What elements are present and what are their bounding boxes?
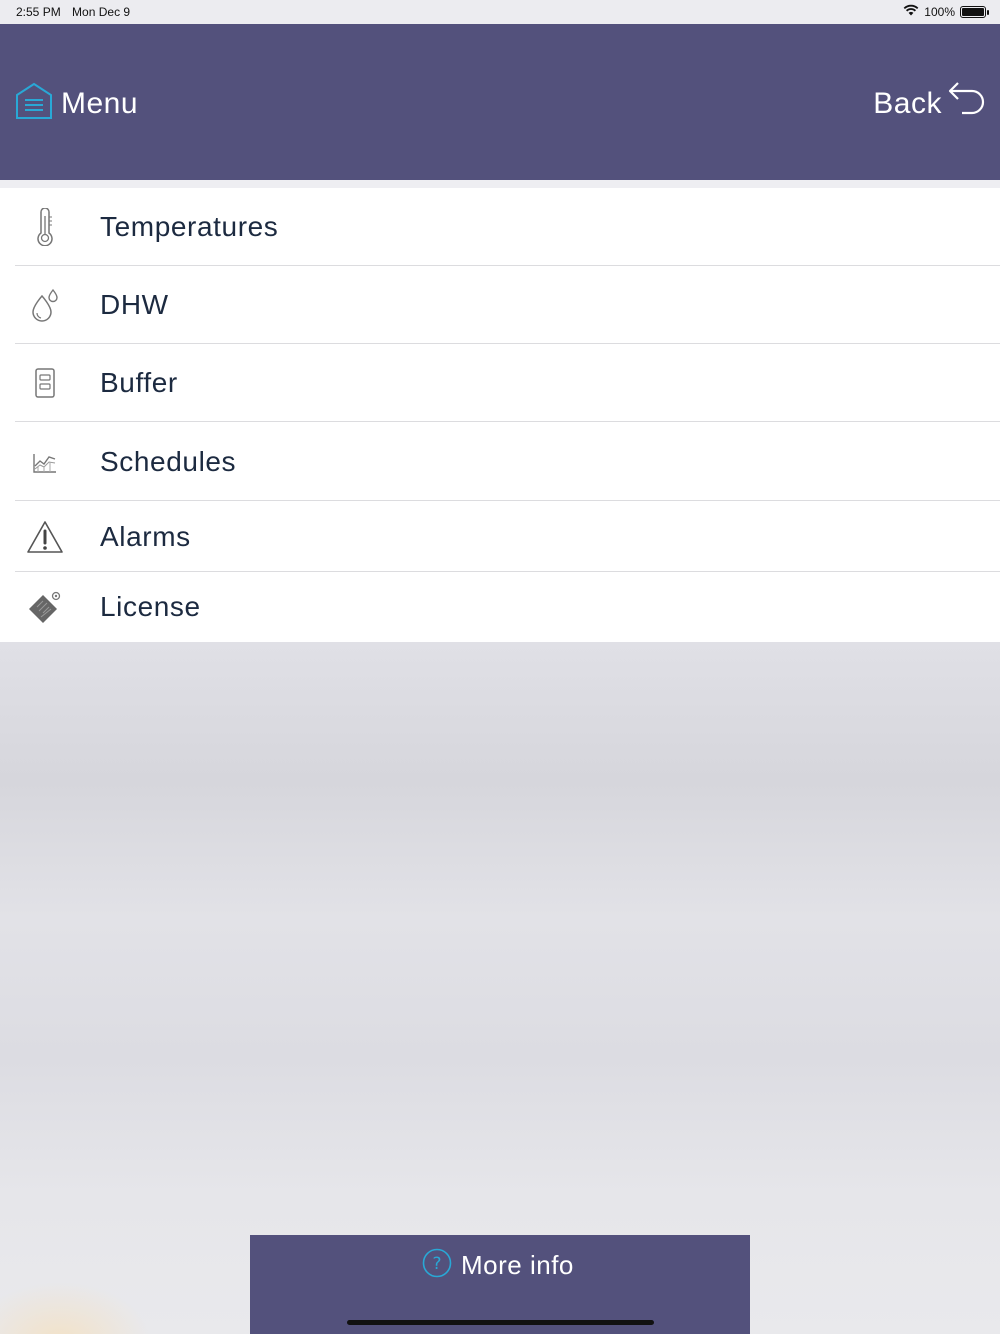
menu-item-temperatures[interactable]: Temperatures xyxy=(0,188,1000,266)
chart-schedule-icon xyxy=(25,442,65,482)
battery-icon xyxy=(960,5,989,18)
menu-item-label: Schedules xyxy=(100,445,237,477)
status-bar: 2:55 PM Mon Dec 9 100% xyxy=(0,0,1000,24)
svg-text:?: ? xyxy=(432,1254,441,1274)
home-menu-icon xyxy=(15,82,53,125)
back-arrow-icon xyxy=(948,81,986,126)
menu-item-schedules[interactable]: Schedules xyxy=(0,422,1000,501)
menu-button[interactable]: Menu xyxy=(15,82,138,125)
battery-percent: 100% xyxy=(924,4,955,19)
question-circle-icon: ? xyxy=(422,1248,452,1283)
water-drops-icon xyxy=(25,285,65,325)
menu-list: Temperatures DHW Buffer Schedules Alarms… xyxy=(0,188,1000,642)
menu-item-label: Buffer xyxy=(100,367,178,398)
status-time: 2:55 PM xyxy=(16,5,61,19)
blurred-background-image xyxy=(0,642,1000,1334)
more-info-label: More info xyxy=(461,1250,574,1280)
warning-triangle-icon xyxy=(25,517,65,557)
back-button[interactable]: Back xyxy=(873,81,986,126)
menu-item-license[interactable]: License xyxy=(0,572,1000,642)
menu-item-alarms[interactable]: Alarms xyxy=(0,501,1000,572)
license-chip-icon xyxy=(25,587,65,627)
menu-item-label: License xyxy=(100,591,201,622)
status-date: Mon Dec 9 xyxy=(72,5,131,19)
app-header: Menu Back xyxy=(0,24,1000,180)
menu-item-label: Alarms xyxy=(100,520,191,552)
home-indicator[interactable] xyxy=(347,1320,654,1325)
buffer-tank-icon xyxy=(25,363,65,403)
menu-item-label: DHW xyxy=(100,289,169,320)
thermometer-icon xyxy=(25,207,65,247)
menu-item-dhw[interactable]: DHW xyxy=(0,266,1000,344)
wifi-icon xyxy=(903,4,919,19)
menu-item-label: Temperatures xyxy=(100,211,279,242)
back-label: Back xyxy=(873,86,942,120)
menu-label: Menu xyxy=(61,86,139,120)
menu-item-buffer[interactable]: Buffer xyxy=(0,344,1000,422)
header-separator xyxy=(0,180,1000,188)
